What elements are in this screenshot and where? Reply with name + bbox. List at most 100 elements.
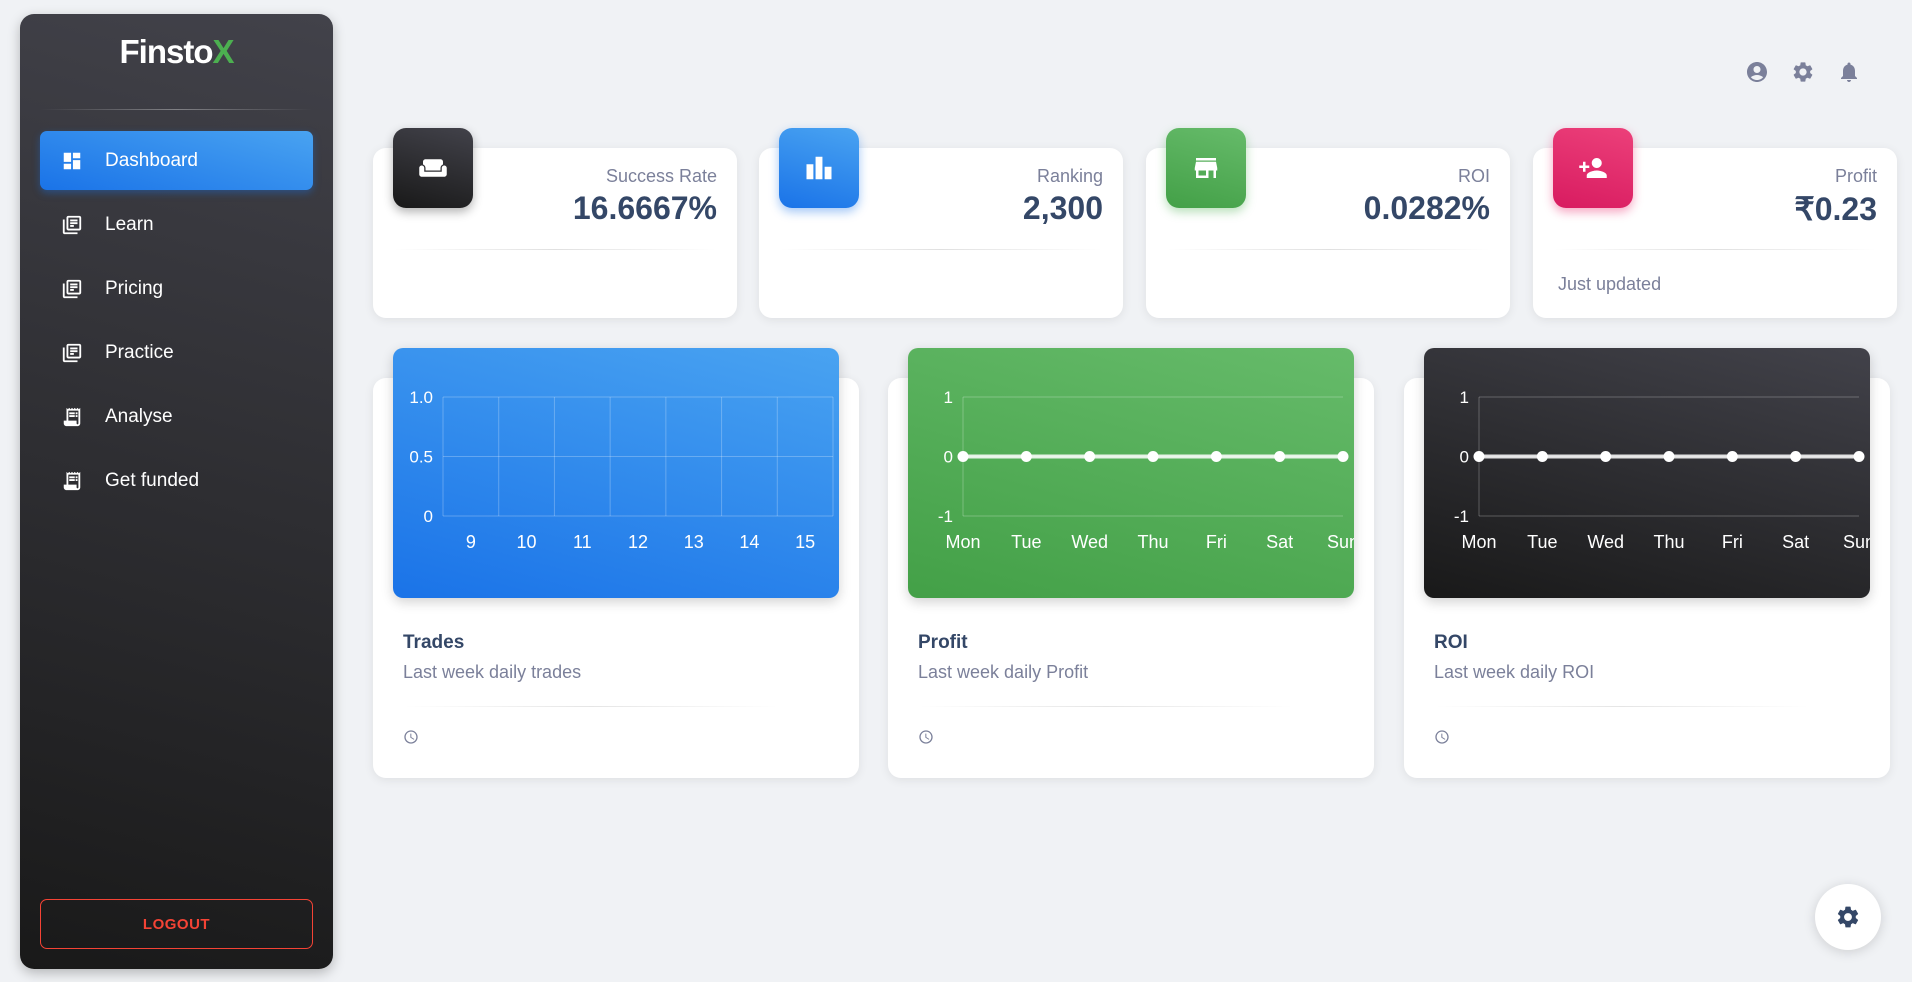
sidebar-item-label: Practice [105,341,174,363]
y-tick-label: 1.0 [409,388,433,407]
x-tick-label: Thu [1137,532,1168,552]
stat-value: 2,300 [1022,190,1103,226]
data-point [1473,451,1485,462]
x-tick-label: Mon [945,532,980,552]
x-tick-label: Fri [1206,532,1227,552]
chart-title: ROI [1434,632,1468,653]
x-tick-label: Sat [1266,532,1293,552]
clock-icon [918,729,934,745]
sidebar-item-get-funded[interactable]: Get funded [40,451,313,510]
y-tick-label: 0 [944,448,953,467]
header-icons [1745,60,1861,84]
sidebar-item-learn[interactable]: Learn [40,195,313,254]
chart-divider [918,706,1294,707]
clock-icon [403,729,419,745]
stat-label: Profit [1834,166,1877,186]
chart-title: Trades [403,632,465,653]
x-tick-label: 11 [573,532,592,552]
sidebar-item-analyse[interactable]: Analyse [40,387,313,446]
data-point [1147,451,1159,462]
data-point [1210,451,1222,462]
receipt-icon [61,470,83,492]
dashboard-icon [61,150,83,172]
profit-chart: -1 0 1 Mon Tue Wed Thu Fri Sat Sun [908,348,1354,598]
x-tick-label: Sun [1327,532,1354,552]
y-tick-label: -1 [1454,507,1469,526]
x-tick-label: 10 [517,532,537,552]
sidebar-item-label: Learn [105,213,154,235]
data-point [1337,451,1349,462]
store-icon [1166,128,1246,208]
data-point [1663,451,1675,462]
x-tick-label: 12 [628,532,648,552]
x-tick-label: Tue [1011,532,1041,552]
x-tick-label: 9 [466,532,476,552]
chart-card-profit: -1 0 1 Mon Tue Wed Thu Fri Sat Sun Profit Last we… [888,348,1374,778]
x-tick-label: Sat [1782,532,1809,552]
x-tick-label: 14 [739,532,759,552]
sidebar-nav: Dashboard Learn Pricing Practice Analyse… [20,131,333,510]
clock-icon [1434,729,1450,745]
receipt-icon [61,406,83,428]
data-point [1600,451,1612,462]
data-point [1274,451,1286,462]
chart-card-trades: 0 0.5 1.0 9 10 11 12 13 14 15 Trades Last week da… [373,348,859,778]
sidebar-item-label: Dashboard [105,149,198,171]
y-tick-label: 0 [1460,448,1469,467]
chart-divider [403,706,779,707]
x-tick-label: Fri [1722,532,1743,552]
sidebar-item-label: Analyse [105,405,173,427]
chart-divider [1434,706,1810,707]
chart-subtitle: Last week daily trades [403,662,582,682]
logout-button[interactable]: LOGOUT [40,899,313,949]
sidebar-divider [40,109,313,110]
sidebar-item-pricing[interactable]: Pricing [40,259,313,318]
y-tick-label: 1 [1460,388,1469,407]
stat-divider [1166,249,1490,250]
stat-card-profit: Profit ₹0.23 Just updated [1533,128,1897,318]
configurator-button[interactable] [1815,884,1881,950]
data-point [1790,451,1802,462]
x-tick-label: Wed [1587,532,1624,552]
sidebar-item-dashboard[interactable]: Dashboard [40,131,313,190]
x-tick-label: 15 [795,532,815,552]
sidebar-item-label: Get funded [105,469,200,491]
chart-title: Profit [918,632,968,653]
brand-accent: X [212,32,234,70]
notifications-icon[interactable] [1837,60,1861,84]
x-tick-label: Thu [1653,532,1684,552]
settings-icon[interactable] [1791,60,1815,84]
stat-value: 0.0282% [1363,190,1490,226]
sidebar: FinstoX Dashboard Learn Pricing Practice… [20,14,333,969]
data-point [957,451,969,462]
weekend-icon [393,128,473,208]
data-point [1726,451,1738,462]
stat-divider [779,249,1103,250]
sidebar-item-label: Pricing [105,277,164,299]
sidebar-item-practice[interactable]: Practice [40,323,313,382]
stat-divider [1553,249,1877,250]
y-tick-label: 0.5 [409,448,433,467]
chart-card-roi: -1 0 1 Mon Tue Wed Thu Fri Sat Sun ROI Last week … [1404,348,1890,778]
leaderboard-icon [779,128,859,208]
brand-logo[interactable]: FinstoX [20,14,333,109]
stat-label: ROI [1457,166,1490,186]
chart-subtitle: Last week daily Profit [918,662,1089,682]
stat-card-success-rate: Success Rate 16.6667% [373,128,737,318]
data-point [1536,451,1548,462]
stat-card-roi: ROI 0.0282% [1146,128,1510,318]
account-icon[interactable] [1745,60,1769,84]
chart-subtitle: Last week daily ROI [1434,662,1595,682]
stat-label: Success Rate [605,166,717,186]
stat-divider [393,249,717,250]
x-tick-label: 13 [684,532,704,552]
stat-label: Ranking [1036,166,1103,186]
person-add-icon [1553,128,1633,208]
roi-chart: -1 0 1 Mon Tue Wed Thu Fri Sat Sun [1424,348,1870,598]
stat-value: 16.6667% [572,190,717,226]
x-tick-label: Wed [1071,532,1108,552]
trades-chart: 0 0.5 1.0 9 10 11 12 13 14 15 [393,348,839,598]
y-tick-label: 0 [424,507,433,526]
x-tick-label: Sun [1843,532,1870,552]
stat-card-ranking: Ranking 2,300 [759,128,1123,318]
